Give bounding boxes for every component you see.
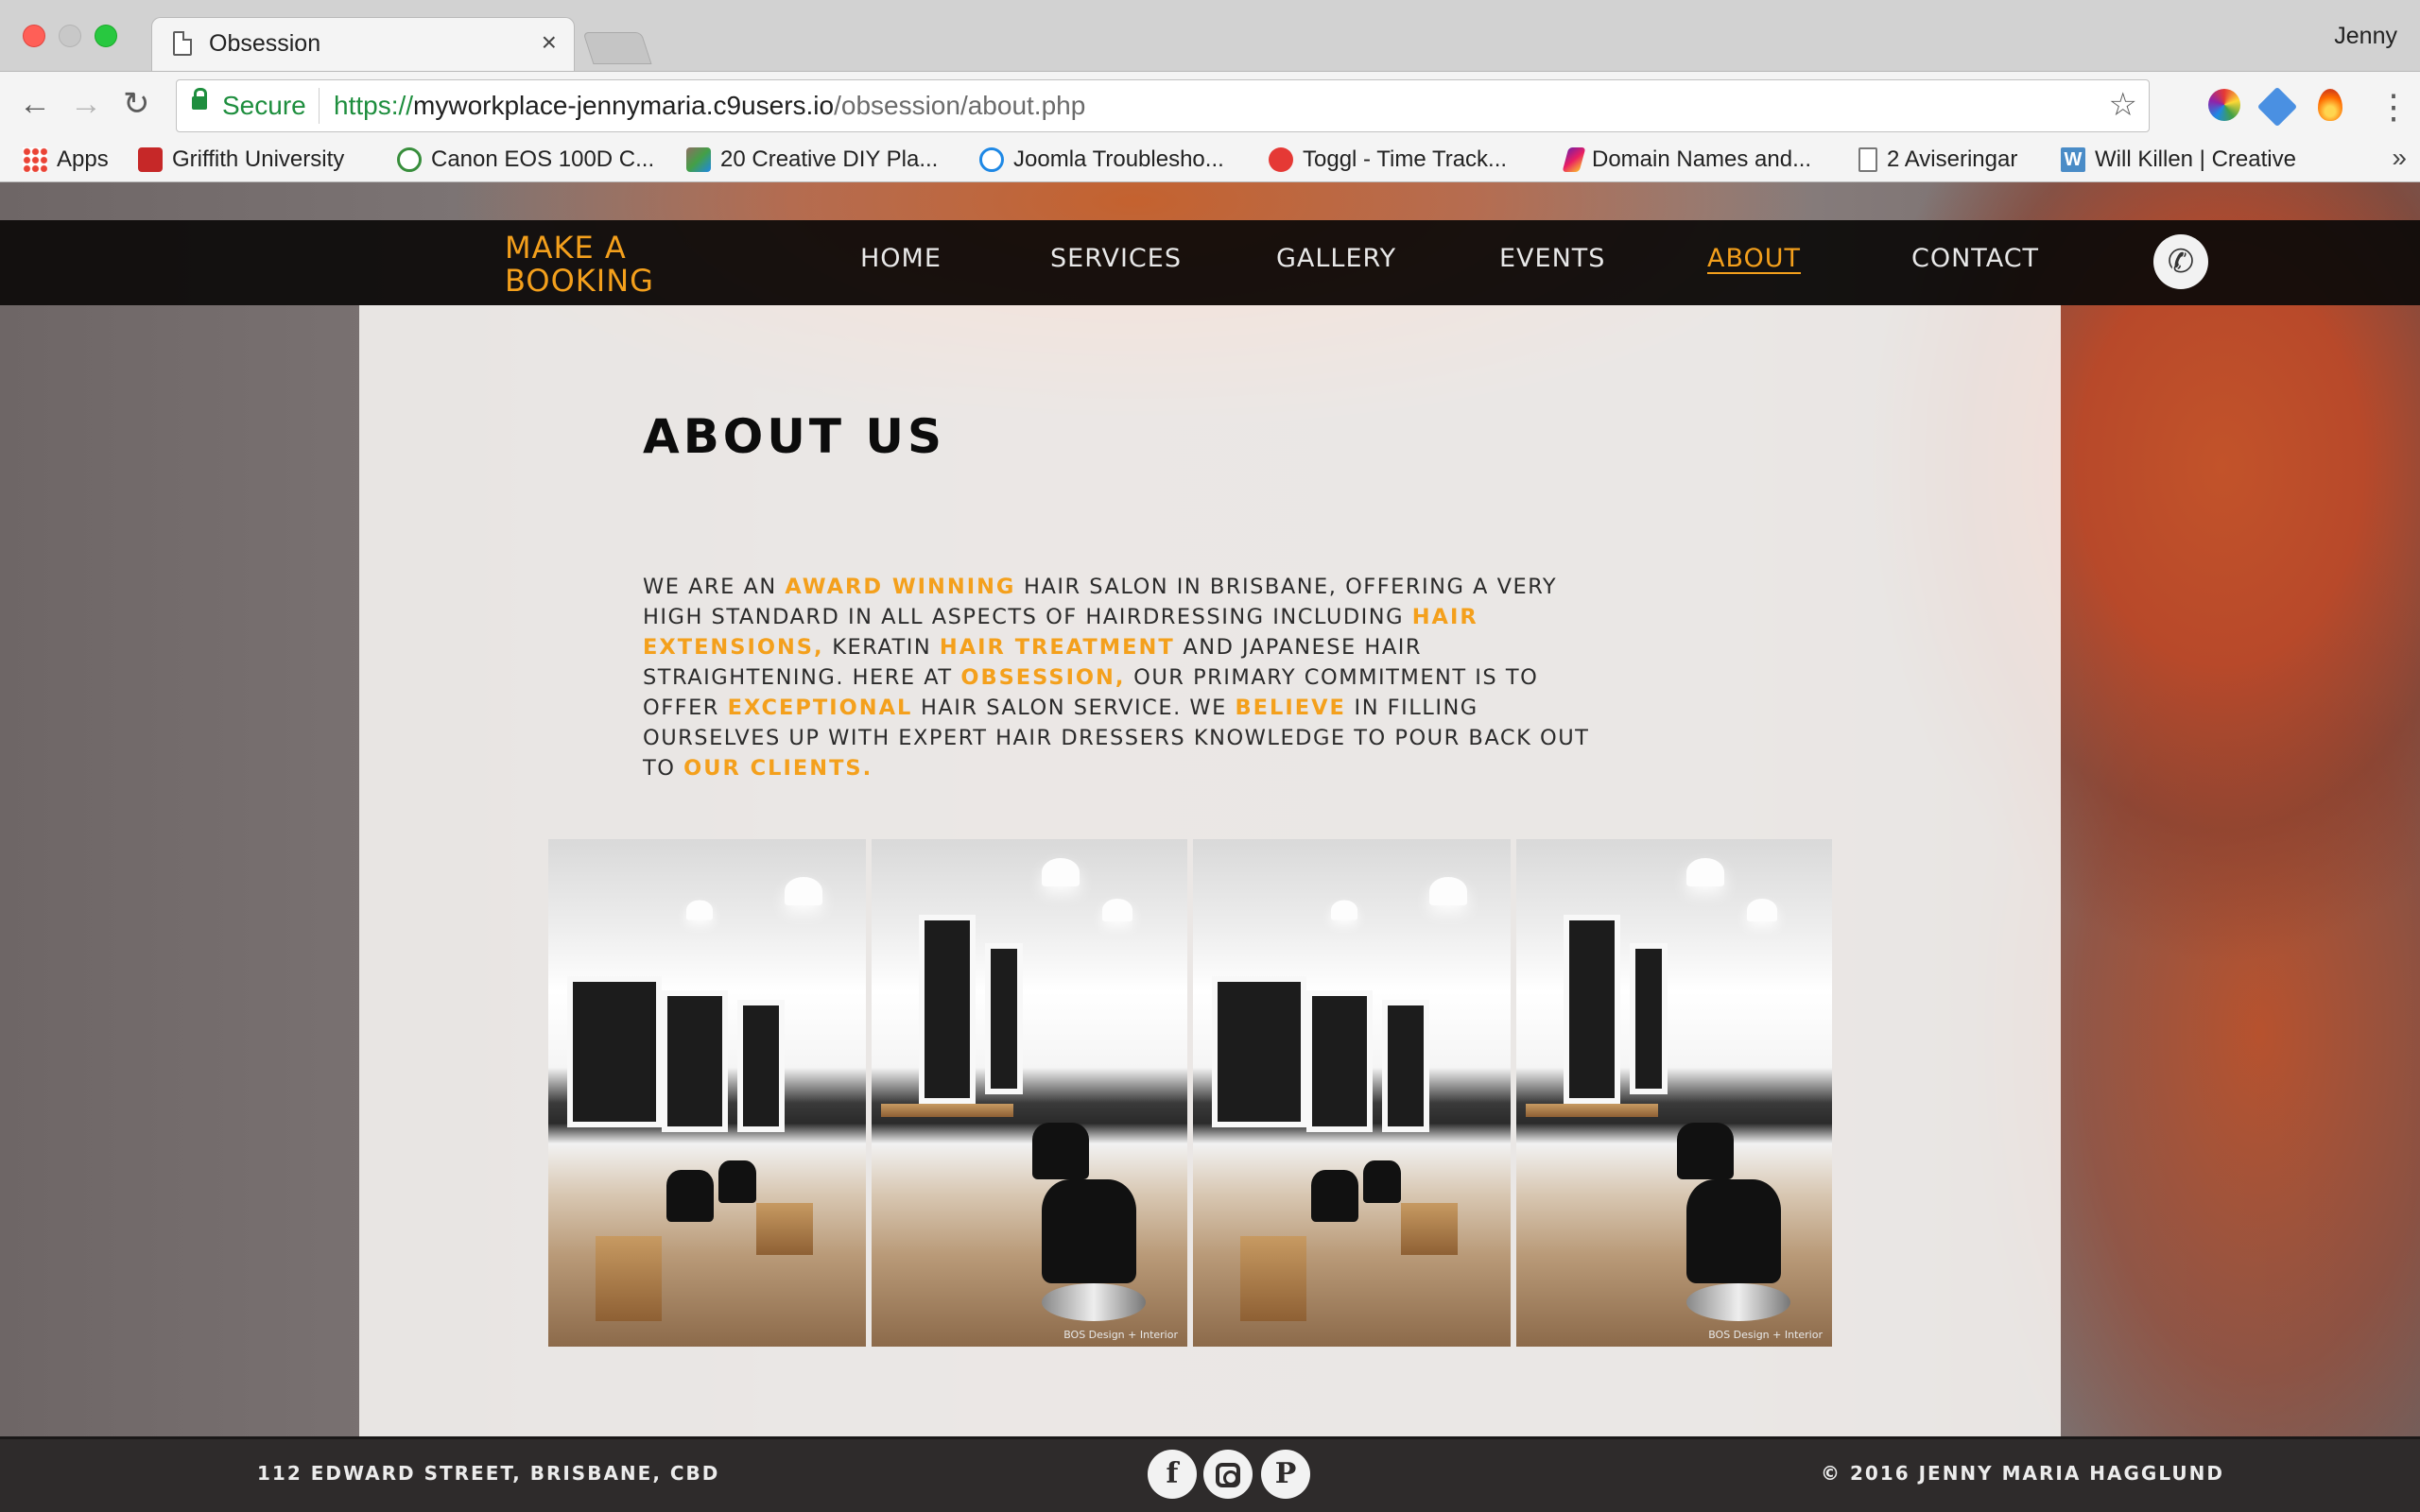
page-title: ABOUT US — [643, 409, 946, 464]
url-path: /obsession/about.php — [834, 91, 1086, 120]
footer-address: 112 EDWARD STREET, BRISBANE, CBD — [257, 1462, 720, 1485]
bookmark-toggl[interactable]: Toggl - Time Track... — [1269, 143, 1507, 177]
nav-services[interactable]: SERVICES — [1050, 244, 1182, 273]
bookmark-apps[interactable]: Apps — [23, 143, 109, 177]
browser-chrome: Obsession × Jenny ← → ↻ Secure https://m… — [0, 0, 2420, 182]
highlight-text: BELIEVE — [1235, 696, 1346, 720]
bookmark-griffith[interactable]: Griffith University — [138, 143, 344, 177]
address-bar[interactable]: Secure https://myworkplace-jennymaria.c9… — [176, 79, 2150, 132]
bookmark-label: 2 Aviseringar — [1887, 146, 2018, 172]
footer-copyright: © 2016 JENNY MARIA HAGGLUND — [1821, 1462, 2224, 1485]
bookmark-canon[interactable]: Canon EOS 100D C... — [397, 143, 654, 177]
booking-line1: MAKE A — [505, 230, 627, 266]
body-text: KERATIN — [823, 635, 940, 660]
will-killen-icon: W — [2061, 147, 2085, 172]
bookmark-joomla[interactable]: Joomla Troublesho... — [979, 143, 1224, 177]
browser-menu-icon[interactable]: ⋮ — [2377, 87, 2411, 127]
fire-extension-icon[interactable] — [2318, 89, 2342, 121]
url-separator — [319, 88, 320, 124]
highlight-text: OUR CLIENTS. — [683, 756, 873, 781]
domain-icon — [1562, 147, 1586, 172]
phone-button[interactable]: ✆ — [2153, 234, 2208, 289]
salon-photo[interactable] — [1193, 839, 1511, 1347]
bookmark-domain[interactable]: Domain Names and... — [1562, 143, 1812, 177]
canon-icon — [397, 147, 422, 172]
facebook-icon[interactable]: f — [1148, 1450, 1197, 1499]
bookmark-label: 20 Creative DIY Pla... — [720, 146, 939, 172]
griffith-icon — [138, 147, 163, 172]
site-navbar: MAKE A BOOKING HOME SERVICES GALLERY EVE… — [0, 220, 2420, 305]
site-footer: 112 EDWARD STREET, BRISBANE, CBD f P © 2… — [0, 1436, 2420, 1512]
nav-events[interactable]: EVENTS — [1499, 244, 1605, 273]
highlight-text: AWARD WINNING — [785, 575, 1016, 599]
joomla-icon — [979, 147, 1004, 172]
new-tab-button[interactable] — [582, 32, 652, 64]
bookmark-aviseringar[interactable]: 2 Aviseringar — [1858, 143, 2017, 177]
bookmark-label: Joomla Troublesho... — [1013, 146, 1224, 172]
pinterest-icon[interactable]: P — [1261, 1450, 1310, 1499]
forward-arrow-icon[interactable]: → — [70, 85, 102, 123]
make-a-booking-link[interactable]: MAKE A BOOKING — [505, 232, 654, 298]
color-picker-extension-icon[interactable] — [2208, 89, 2240, 121]
salon-photo[interactable]: BOS Design + Interior — [1516, 839, 1832, 1347]
bookmark-will-killen[interactable]: W Will Killen | Creative — [2061, 143, 2296, 177]
page-viewport: MAKE A BOOKING HOME SERVICES GALLERY EVE… — [0, 182, 2420, 1512]
lock-icon — [192, 88, 207, 110]
photo-credit: BOS Design + Interior — [1708, 1329, 1823, 1341]
bookmark-label: Canon EOS 100D C... — [431, 146, 655, 172]
url-scheme: https:// — [334, 91, 414, 120]
salon-photo[interactable] — [548, 839, 866, 1347]
body-text: HAIR SALON SERVICE. WE — [912, 696, 1236, 720]
toggl-icon — [1269, 147, 1293, 172]
body-text: WE ARE AN — [643, 575, 786, 599]
document-icon — [1858, 147, 1877, 172]
bookmark-label: Domain Names and... — [1592, 146, 1812, 172]
instagram-icon[interactable] — [1203, 1450, 1253, 1499]
booking-line2: BOOKING — [505, 263, 654, 299]
bookmarks-overflow-icon[interactable]: » — [2392, 143, 2407, 173]
nav-about[interactable]: ABOUT — [1707, 244, 1801, 273]
apps-grid-icon — [23, 147, 47, 172]
phone-icon: ✆ — [2167, 244, 2195, 280]
document-icon — [173, 31, 192, 56]
bookmark-star-icon[interactable]: ☆ — [2109, 86, 2137, 124]
bookmark-label: Griffith University — [172, 146, 345, 172]
browser-toolbar: ← → ↻ Secure https://myworkplace-jennyma… — [0, 71, 2420, 139]
url-text[interactable]: https://myworkplace-jennymaria.c9users.i… — [334, 91, 1085, 121]
bookmarks-bar: Apps Griffith University Canon EOS 100D … — [0, 139, 2420, 182]
highlight-text: HAIR TREATMENT — [939, 635, 1175, 660]
salon-photo[interactable]: BOS Design + Interior — [872, 839, 1187, 1347]
bookmark-label: Will Killen | Creative — [2095, 146, 2296, 172]
highlight-text: EXCEPTIONAL — [727, 696, 913, 720]
window-minimize-button[interactable] — [59, 25, 81, 47]
tab-strip: Obsession × Jenny — [0, 0, 2420, 72]
tab-title: Obsession — [209, 30, 321, 57]
nav-contact[interactable]: CONTACT — [1911, 244, 2039, 273]
bookmark-diy[interactable]: 20 Creative DIY Pla... — [686, 143, 938, 177]
nav-home[interactable]: HOME — [860, 244, 942, 273]
bookmark-label: Toggl - Time Track... — [1303, 146, 1508, 172]
profile-name[interactable]: Jenny — [2334, 23, 2397, 50]
tab-close-icon[interactable]: × — [542, 27, 557, 58]
bookmark-label: Apps — [57, 146, 109, 172]
highlight-text: OBSESSION, — [960, 665, 1126, 690]
photo-credit: BOS Design + Interior — [1063, 1329, 1178, 1341]
secure-label: Secure — [222, 91, 306, 120]
back-arrow-icon[interactable]: ← — [19, 85, 51, 123]
reload-icon[interactable]: ↻ — [123, 85, 150, 123]
url-host: myworkplace-jennymaria.c9users.io — [413, 91, 835, 120]
about-paragraph: WE ARE AN AWARD WINNING HAIR SALON IN BR… — [643, 572, 1598, 783]
diy-icon — [686, 147, 711, 172]
window-close-button[interactable] — [23, 25, 45, 47]
about-content-panel: ABOUT US WE ARE AN AWARD WINNING HAIR SA… — [359, 305, 2061, 1436]
salon-photo-gallery: BOS Design + Interior BOS Design + Inter… — [548, 839, 1840, 1347]
window-maximize-button[interactable] — [95, 25, 117, 47]
nav-gallery[interactable]: GALLERY — [1276, 244, 1396, 273]
gem-extension-icon[interactable] — [2256, 86, 2298, 128]
tab-obsession[interactable]: Obsession × — [151, 17, 575, 72]
